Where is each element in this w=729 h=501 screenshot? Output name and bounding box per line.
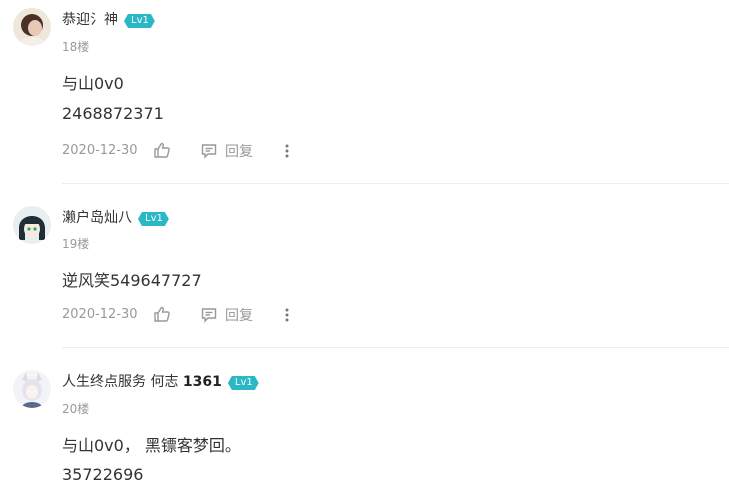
username[interactable]: 恭迎氵神 Lv1 [62,11,155,29]
divider [62,347,729,348]
thumbs-up-icon[interactable] [153,305,171,323]
avatar[interactable] [13,8,51,46]
comment-text: 与山0v0 [62,74,124,93]
thumbs-up-icon[interactable] [153,141,171,159]
divider [62,183,729,184]
comment-text: 35722696 [62,465,144,484]
comment-date: 2020-12-30 [62,143,138,158]
level-badge: Lv1 [138,212,169,226]
vertical-ellipsis-icon[interactable] [285,143,289,158]
comment-date: 2020-12-30 [62,307,138,322]
comment-text: 逆风笑549647727 [62,271,202,290]
username[interactable]: 濑户岛灿八 Lv1 [62,209,169,227]
floor-number: 18楼 [62,40,90,54]
username[interactable]: 人生终点服务 何志 1361 Lv1 [62,373,259,391]
avatar[interactable] [13,370,51,408]
speech-bubble-icon [201,144,217,159]
level-badge: Lv1 [124,14,155,28]
vertical-ellipsis-icon[interactable] [285,307,289,322]
comment-text: 2468872371 [62,104,164,123]
avatar[interactable] [13,206,51,244]
level-badge: Lv1 [228,376,259,390]
speech-bubble-icon [201,308,217,323]
reply-label: 回复 [225,144,253,160]
comment-text: 与山0v0， 黑镖客梦回。 [62,436,241,455]
floor-number: 19楼 [62,237,90,251]
reply-button[interactable]: 回复 [201,305,253,325]
reply-label: 回复 [225,308,253,324]
floor-number: 20楼 [62,402,90,416]
reply-button[interactable]: 回复 [201,141,253,161]
